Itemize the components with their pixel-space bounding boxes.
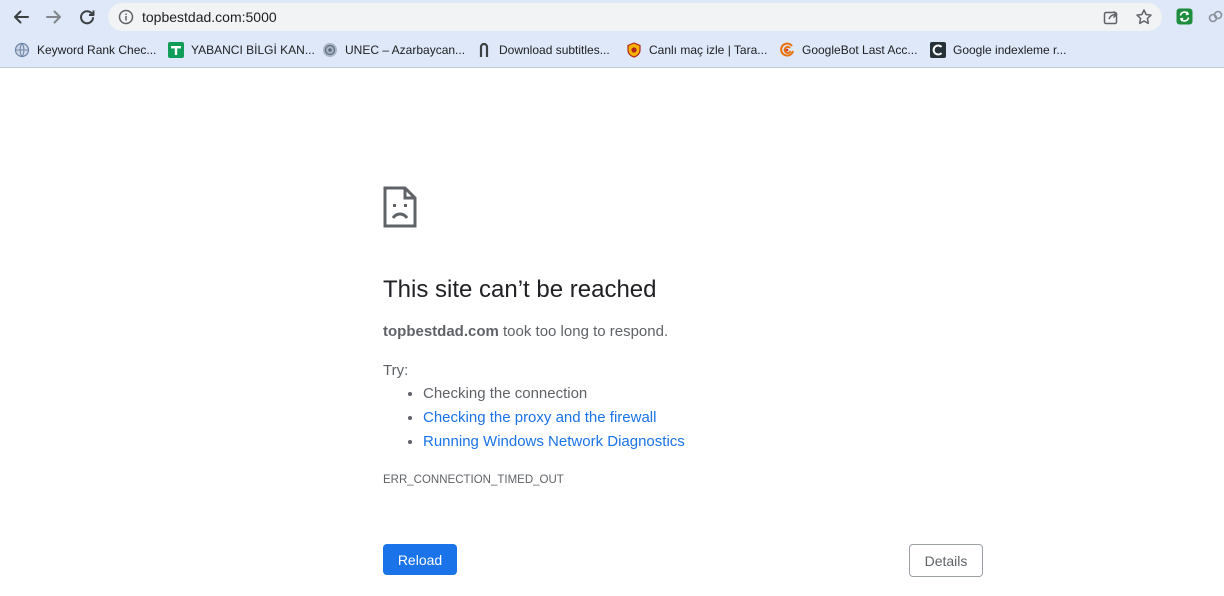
suggestion-network-diagnostics-link[interactable]: Running Windows Network Diagnostics xyxy=(423,432,685,456)
bookmark-label: GoogleBot Last Acc... xyxy=(802,43,918,57)
details-button[interactable]: Details xyxy=(909,544,983,577)
bookmark-label: UNEC – Azarbaycan... xyxy=(345,43,466,57)
reload-button[interactable]: Reload xyxy=(383,544,457,575)
spiral-icon xyxy=(779,42,795,58)
error-description: topbestdad.com took too long to respond. xyxy=(383,323,668,340)
info-icon[interactable] xyxy=(118,9,134,25)
bookmark-yabanci-bilgi[interactable]: YABANCI BİLGİ KAN... xyxy=(168,40,315,60)
green-cross-icon xyxy=(168,42,184,58)
suggestions-list: Checking the connection Checking the pro… xyxy=(383,384,685,456)
browser-toolbar: topbestdad.com:5000 xyxy=(0,0,1224,34)
green-extension-icon[interactable] xyxy=(1176,8,1193,25)
bookmark-label: Download subtitles... xyxy=(499,43,610,57)
link-extension-icon[interactable] xyxy=(1207,8,1224,25)
bookmark-canli-mac[interactable]: Canlı maç izle | Tara... xyxy=(626,40,767,60)
try-label: Try: xyxy=(383,362,409,379)
error-code: ERR_CONNECTION_TIMED_OUT xyxy=(383,474,564,486)
forward-arrow-icon xyxy=(46,10,61,24)
bookmark-google-indexleme[interactable]: Google indexleme r... xyxy=(930,40,1066,60)
error-host: topbestdad.com xyxy=(383,323,499,340)
suggestion-check-proxy-link[interactable]: Checking the proxy and the firewall xyxy=(423,408,685,432)
bookmark-label: Canlı maç izle | Tara... xyxy=(649,43,768,57)
bookmark-keyword-rank[interactable]: Keyword Rank Chec... xyxy=(14,40,156,60)
bookmark-download-subtitles[interactable]: Download subtitles... xyxy=(476,40,610,60)
reload-page-button[interactable] xyxy=(75,5,99,29)
error-page: This site can’t be reached topbestdad.co… xyxy=(0,68,1224,596)
shield-icon xyxy=(626,42,642,58)
suggestion-check-connection: Checking the connection xyxy=(423,384,685,408)
bookmarks-bar: Keyword Rank Chec... YABANCI BİLGİ KAN..… xyxy=(0,34,1224,68)
star-icon[interactable] xyxy=(1135,8,1153,26)
bookmark-googlebot[interactable]: GoogleBot Last Acc... xyxy=(779,40,917,60)
back-button[interactable] xyxy=(9,5,33,29)
back-arrow-icon xyxy=(14,10,29,24)
hook-icon xyxy=(476,42,492,58)
error-message: took too long to respond. xyxy=(498,323,669,340)
url-text[interactable]: topbestdad.com:5000 xyxy=(142,9,277,25)
address-bar[interactable]: topbestdad.com:5000 xyxy=(108,3,1162,31)
forward-button[interactable] xyxy=(42,5,66,29)
globe-icon xyxy=(14,42,30,58)
reload-icon xyxy=(80,10,95,25)
share-icon[interactable] xyxy=(1102,8,1120,26)
bookmark-label: YABANCI BİLGİ KAN... xyxy=(191,43,315,57)
c-logo-icon xyxy=(930,42,946,58)
seal-icon xyxy=(322,42,338,58)
bookmark-label: Keyword Rank Chec... xyxy=(37,43,157,57)
bookmark-label: Google indexleme r... xyxy=(953,43,1067,57)
sad-page-icon xyxy=(383,186,417,228)
bookmark-unec[interactable]: UNEC – Azarbaycan... xyxy=(322,40,465,60)
error-title: This site can’t be reached xyxy=(383,276,657,303)
